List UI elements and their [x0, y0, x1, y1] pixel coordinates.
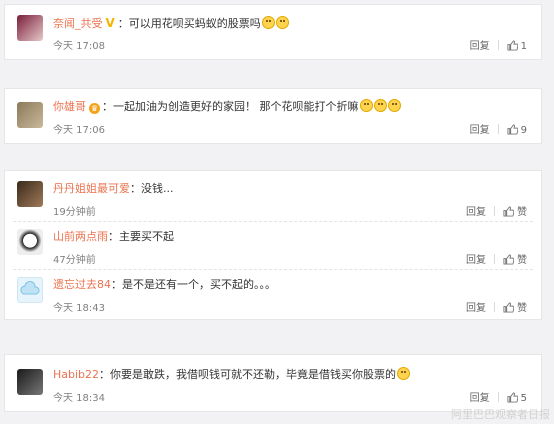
reply-button[interactable]: 回复 — [470, 121, 490, 136]
timestamp: 今天 17:06 — [53, 125, 105, 136]
comment-row: 奈闻_共受 V ：可以用花呗买蚂蚁的股票吗 今天 17:08 回复 1 — [5, 15, 541, 55]
username[interactable]: 山前两点雨 — [53, 230, 108, 243]
comment-text: ：可以用花呗买蚂蚁的股票吗 — [117, 17, 261, 30]
divider — [494, 254, 495, 264]
like-button[interactable]: 9 — [507, 124, 527, 136]
comment-card: 奈闻_共受 V ：可以用花呗买蚂蚁的股票吗 今天 17:08 回复 1 — [4, 4, 542, 60]
comment-line: 你雄哥 ♛ ：一起加油为创造更好的家园！ 那个花呗能打个折嘛 — [53, 99, 529, 115]
username[interactable]: 遗忘过去84 — [53, 278, 111, 291]
comment-card: 丹丹姐姐最可爱：没钱... 19分钟前 回复赞 山前两点雨：主要买不起 47分钟… — [4, 170, 542, 320]
timestamp: 19分钟前 — [53, 207, 96, 218]
comment-card: Habib22：你要是敢跌，我借呗钱可就不还勒，毕竟是借钱买你股票的 今天 18… — [4, 354, 542, 412]
comment-actions: 回复 9 — [470, 121, 527, 136]
timestamp: 今天 18:34 — [53, 393, 105, 404]
emoji-icon — [261, 16, 275, 29]
reply-button[interactable]: 回复 — [466, 203, 486, 218]
emoji-icon — [387, 99, 401, 112]
like-count: 9 — [520, 125, 527, 136]
comment-actions: 回复 赞 — [466, 251, 527, 266]
comment-text: ：主要买不起 — [108, 230, 174, 243]
thumbs-up-icon — [503, 254, 515, 265]
comment-actions: 回复 赞 — [466, 203, 527, 218]
comment-text: ：你要是敢跌，我借呗钱可就不还勒，毕竟是借钱买你股票的 — [99, 368, 397, 381]
comment-row: Habib22：你要是敢跌，我借呗钱可就不还勒，毕竟是借钱买你股票的 今天 18… — [5, 365, 541, 405]
crown-badge-icon: ♛ — [89, 103, 100, 114]
like-count: 5 — [520, 393, 527, 404]
comment-text: ：一起加油为创造更好的家园！ 那个花呗能打个折嘛 — [102, 100, 359, 113]
watermark: 阿里巴巴观察者日报 — [451, 408, 550, 421]
comment-line: 遗忘过去84：是不是还有一个，买不起的。。。 — [53, 277, 529, 293]
comment-row: 山前两点雨：主要买不起 47分钟前 回复 赞 — [5, 227, 541, 267]
comment-line: 奈闻_共受 V ：可以用花呗买蚂蚁的股票吗 — [53, 15, 529, 32]
comment-actions: 回复 5 — [470, 389, 527, 404]
verified-badge-icon: V — [105, 16, 115, 30]
username[interactable]: Habib22 — [53, 368, 99, 381]
thumbs-up-icon — [503, 302, 515, 313]
reply-button[interactable]: 回复 — [470, 389, 490, 404]
like-count: 赞 — [517, 207, 527, 218]
comment-line: 山前两点雨：主要买不起 — [53, 229, 529, 245]
like-button[interactable]: 5 — [507, 392, 527, 404]
thumbs-up-icon — [507, 40, 519, 51]
avatar[interactable] — [17, 102, 43, 128]
thumbs-up-icon — [507, 124, 519, 135]
like-count: 1 — [520, 41, 527, 52]
timestamp: 今天 18:43 — [53, 303, 105, 314]
timestamp: 47分钟前 — [53, 255, 96, 266]
separator — [13, 269, 533, 270]
emoji-icon — [373, 99, 387, 112]
emoji-icon — [359, 99, 373, 112]
reply-button[interactable]: 回复 — [466, 251, 486, 266]
avatar[interactable] — [17, 369, 43, 395]
comment-text: ：没钱... — [130, 182, 174, 195]
reply-button[interactable]: 回复 — [470, 37, 490, 52]
comment-row: 遗忘过去84：是不是还有一个，买不起的。。。 今天 18:43 回复 赞 — [5, 275, 541, 315]
separator — [13, 221, 533, 222]
like-button[interactable]: 赞 — [503, 299, 527, 314]
comment-actions: 回复 赞 — [466, 299, 527, 314]
avatar[interactable] — [17, 15, 43, 41]
username[interactable]: 奈闻_共受 — [53, 17, 103, 30]
timestamp: 今天 17:08 — [53, 41, 105, 52]
reply-button[interactable]: 回复 — [466, 299, 486, 314]
comment-actions: 回复 1 — [470, 37, 527, 52]
like-button[interactable]: 赞 — [503, 203, 527, 218]
divider — [494, 206, 495, 216]
divider — [497, 40, 499, 50]
comment-text: ：是不是还有一个，买不起的。。。 — [111, 278, 276, 291]
like-button[interactable]: 赞 — [503, 251, 527, 266]
like-count: 赞 — [517, 303, 527, 314]
comment-line: Habib22：你要是敢跌，我借呗钱可就不还勒，毕竟是借钱买你股票的 — [53, 367, 529, 383]
comment-row: 丹丹姐姐最可爱：没钱... 19分钟前 回复 赞 — [5, 179, 541, 219]
divider — [497, 124, 499, 134]
thumbs-up-icon — [507, 392, 519, 403]
comment-card: 你雄哥 ♛ ：一起加油为创造更好的家园！ 那个花呗能打个折嘛 今天 17:06 回复… — [4, 88, 542, 144]
emoji-icon — [275, 16, 289, 29]
like-button[interactable]: 1 — [507, 40, 527, 52]
username[interactable]: 丹丹姐姐最可爱 — [53, 182, 130, 195]
cloud-icon — [20, 281, 40, 295]
divider — [494, 302, 495, 312]
avatar[interactable] — [17, 229, 43, 255]
avatar[interactable] — [17, 181, 43, 207]
username[interactable]: 你雄哥 — [53, 100, 86, 113]
emoji-icon — [397, 367, 411, 380]
like-count: 赞 — [517, 255, 527, 266]
comment-line: 丹丹姐姐最可爱：没钱... — [53, 181, 529, 197]
comment-row: 你雄哥 ♛ ：一起加油为创造更好的家园！ 那个花呗能打个折嘛 今天 17:06 回复… — [5, 99, 541, 139]
thumbs-up-icon — [503, 206, 515, 217]
avatar[interactable] — [17, 277, 43, 303]
divider — [497, 392, 499, 402]
